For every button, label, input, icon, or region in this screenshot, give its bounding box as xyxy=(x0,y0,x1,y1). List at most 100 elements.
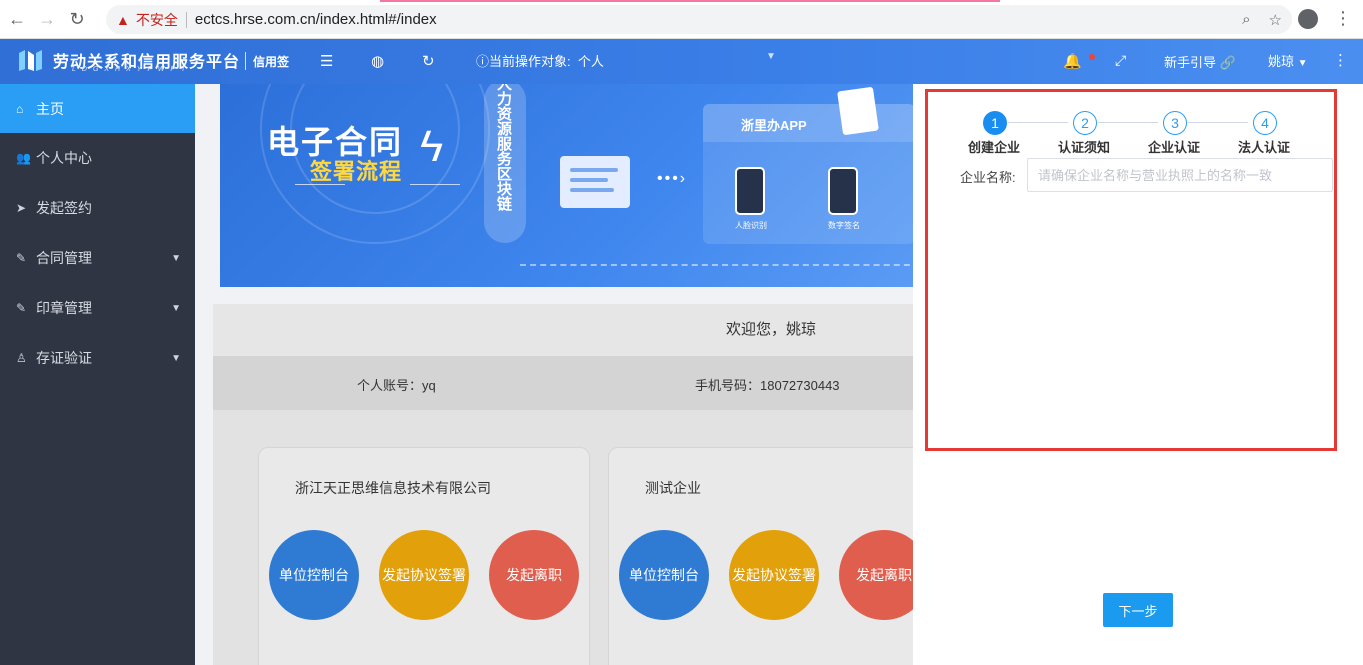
sidebar-item-contracts[interactable]: ✎ 合同管理 ▼ xyxy=(0,233,195,283)
operate-label: 当前操作对象: xyxy=(489,54,571,69)
enterprise-name-input[interactable] xyxy=(1027,158,1333,192)
step-2-indicator: 2 xyxy=(1073,111,1097,135)
company-console-button[interactable]: 单位控制台 xyxy=(619,530,709,620)
users-icon: 👥 xyxy=(16,151,31,165)
browser-toolbar: ← → ↻ ▲ 不安全 ectcs.hrse.com.cn/index.html… xyxy=(0,0,1363,39)
user-icon: ♙ xyxy=(16,351,27,365)
expand-caret-icon: ▼ xyxy=(171,252,181,264)
sidebar: ⌂ 主页 👥 个人中心 ➤ 发起签约 ✎ 合同管理 ▼ ✎ 印章管理 ▼ ♙ 存… xyxy=(0,84,195,665)
url-text: ectcs.hrse.com.cn/index.html#/index xyxy=(194,11,437,28)
fullscreen-icon[interactable]: ⤢ xyxy=(1115,52,1126,69)
banner-line xyxy=(410,184,460,185)
company-console-button[interactable]: 单位控制台 xyxy=(269,530,359,620)
main-content: 电子合同 签署流程 ϟ 人力资源服务区块链 •••› 浙里办APP 人脸识别 数… xyxy=(195,84,913,665)
operate-dropdown-icon[interactable]: ▼ xyxy=(766,51,776,62)
insecure-label: 不安全 xyxy=(135,11,178,28)
profile-avatar-icon[interactable] xyxy=(1298,9,1318,29)
home-icon: ⌂ xyxy=(16,101,24,116)
platform-logo-icon xyxy=(19,50,42,71)
sidebar-item-seals[interactable]: ✎ 印章管理 ▼ xyxy=(0,283,195,333)
digital-sign-label: 数字签名 xyxy=(828,221,860,230)
user-name: 姚琼 xyxy=(1268,54,1295,69)
zoom-icon[interactable]: ⌕ xyxy=(1242,11,1250,29)
vertical-caption: 人力资源服务区块链 xyxy=(495,84,512,211)
welcome-text: 欢迎您，姚琼 xyxy=(726,321,817,338)
step-connector xyxy=(1008,122,1068,123)
company-name: 浙江天正思维信息技术有限公司 xyxy=(295,480,491,496)
contract-icon: ✎ xyxy=(16,251,27,265)
sidebar-item-label: 合同管理 xyxy=(36,250,92,266)
user-menu[interactable]: 姚琼 ▼ xyxy=(1268,51,1308,70)
flow-arrow-icon: •••› xyxy=(657,170,688,187)
operate-target[interactable]: ⓘ当前操作对象: 个人 xyxy=(476,51,604,70)
back-icon[interactable]: ← xyxy=(4,6,30,32)
warning-icon: ▲ xyxy=(116,11,130,28)
account-label: 个人账号：yq xyxy=(357,378,436,393)
banner-subtitle: 签署流程 xyxy=(310,159,403,184)
sidebar-item-label: 个人中心 xyxy=(36,150,92,166)
step-connector xyxy=(1098,122,1158,123)
browser-menu-icon[interactable]: ⋮ xyxy=(1334,8,1352,29)
sidebar-item-sign[interactable]: ➤ 发起签约 xyxy=(0,183,195,233)
next-step-button[interactable]: 下一步 xyxy=(1103,593,1173,627)
company-card: 测试企业 单位控制台 发起协议签署 发起离职 xyxy=(608,447,913,665)
seal-icon: ✎ xyxy=(16,301,27,315)
step-2-label: 认证须知 xyxy=(1058,140,1111,155)
address-bar[interactable]: ▲ 不安全 ectcs.hrse.com.cn/index.html#/inde… xyxy=(106,5,1292,34)
sidebar-item-home[interactable]: ⌂ 主页 xyxy=(0,84,195,133)
notification-bell-icon[interactable]: 🔔 xyxy=(1063,52,1082,70)
tab-strip-accent xyxy=(380,0,1000,2)
app-name: 浙里办APP xyxy=(741,118,807,133)
company-name: 测试企业 xyxy=(645,480,701,496)
initiate-agreement-button[interactable]: 发起协议签署 xyxy=(379,530,469,620)
sidebar-item-label: 主页 xyxy=(36,100,64,117)
step-1-label: 创建企业 xyxy=(968,140,1021,155)
sidebar-item-evidence[interactable]: ♙ 存证验证 ▼ xyxy=(0,333,195,383)
welcome-band: 欢迎您，姚琼 xyxy=(213,304,913,356)
sidebar-item-label: 存证验证 xyxy=(36,350,92,366)
step-3-indicator: 3 xyxy=(1163,111,1187,135)
sidebar-item-personal[interactable]: 👥 个人中心 xyxy=(0,133,195,183)
sidebar-item-label: 印章管理 xyxy=(36,300,92,316)
guide-link[interactable]: 新手引导 🔗 xyxy=(1164,52,1236,71)
notification-badge xyxy=(1089,54,1095,60)
sidebar-item-label: 发起签约 xyxy=(36,200,92,216)
initiate-resignation-button[interactable]: 发起离职 xyxy=(489,530,579,620)
banner-line xyxy=(295,184,345,185)
step-4-label: 法人认证 xyxy=(1238,140,1291,155)
send-icon: ➤ xyxy=(16,201,27,215)
app-header: 劳动关系和信用服务平台 LDGXHXYFWPT 信用签 ☰ ◍ ↻ ⓘ当前操作对… xyxy=(0,39,1363,84)
more-options-icon[interactable]: ⋮ xyxy=(1333,51,1348,69)
logo-divider xyxy=(245,52,246,70)
platform-subtitle: LDGXHXYFWPT xyxy=(72,66,192,73)
dashed-connector xyxy=(520,264,913,266)
company-card: 浙江天正思维信息技术有限公司 单位控制台 发起协议签署 发起离职 xyxy=(258,447,590,665)
account-info-band: 个人账号：yq 手机号码：18072730443 xyxy=(213,356,913,410)
phone-label: 手机号码：18072730443 xyxy=(695,378,840,393)
create-enterprise-panel: 1 2 3 4 创建企业 认证须知 企业认证 法人认证 企业名称: 下一步 xyxy=(913,84,1363,665)
highlight-frame: 1 2 3 4 创建企业 认证须知 企业认证 法人认证 企业名称: xyxy=(925,89,1337,451)
initiate-agreement-button[interactable]: 发起协议签署 xyxy=(729,530,819,620)
refresh-icon[interactable]: ↻ xyxy=(422,52,435,70)
phone-face-icon xyxy=(735,167,765,215)
forward-icon[interactable]: → xyxy=(34,6,60,32)
step-3-label: 企业认证 xyxy=(1148,140,1201,155)
operate-value: 个人 xyxy=(577,54,604,69)
signing-process-banner: 电子合同 签署流程 ϟ 人力资源服务区块链 •••› 浙里办APP 人脸识别 数… xyxy=(220,84,913,287)
initiate-resignation-button[interactable]: 发起离职 xyxy=(839,530,913,620)
phone-sign-icon xyxy=(828,167,858,215)
user-dropdown-icon: ▼ xyxy=(1297,58,1308,69)
expand-caret-icon: ▼ xyxy=(171,302,181,314)
expand-caret-icon: ▼ xyxy=(171,352,181,364)
info-icon: ⓘ xyxy=(476,54,490,69)
bookmark-star-icon[interactable]: ☆ xyxy=(1269,11,1282,29)
lightning-icon: ϟ xyxy=(420,122,444,171)
document-illustration xyxy=(560,156,630,208)
menu-collapse-icon[interactable]: ☰ xyxy=(320,52,333,70)
step-1-indicator: 1 xyxy=(983,111,1007,135)
face-recognition-label: 人脸识别 xyxy=(735,221,767,230)
reload-icon[interactable]: ↻ xyxy=(64,6,90,32)
url-divider xyxy=(185,11,187,28)
globe-icon[interactable]: ◍ xyxy=(371,52,384,70)
step-4-indicator: 4 xyxy=(1253,111,1277,135)
